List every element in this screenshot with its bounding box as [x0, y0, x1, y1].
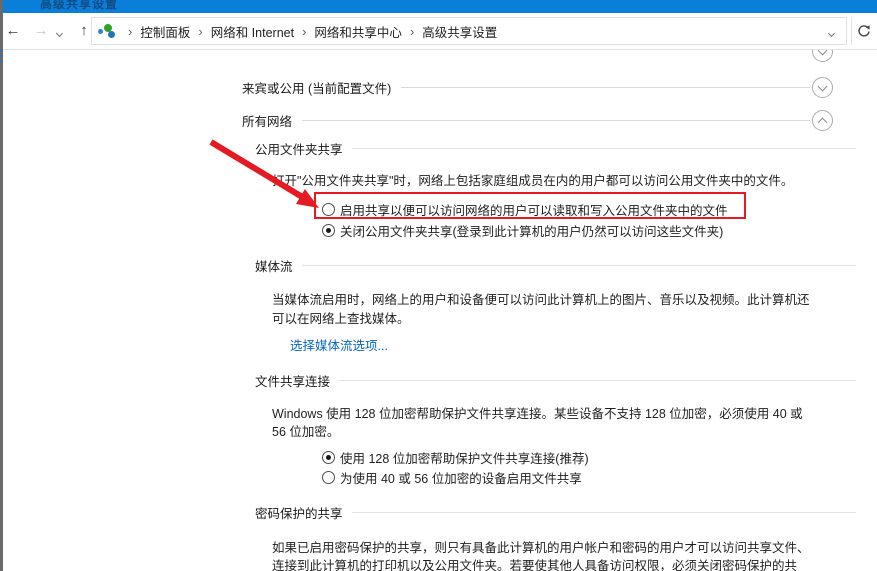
advanced-sharing-settings-window: 高级共享设置 ← → ↑ › 控制面板 › 网络和 Internet › 网络和… [0, 0, 877, 571]
radio-button-selected[interactable] [322, 451, 335, 464]
radio-label[interactable]: 为使用 40 或 56 位加密的设备启用文件共享 [340, 468, 582, 487]
subsection-public-folder-sharing: 公用文件夹共享 [255, 140, 856, 157]
subsection-divider-line [339, 380, 856, 381]
breadcrumb-network-and-internet[interactable]: 网络和 Internet [211, 22, 294, 41]
section-title: 来宾或公用 (当前配置文件) [242, 78, 391, 97]
radio-option-disable-public-folder-sharing[interactable]: 关闭公用文件夹共享(登录到此计算机的用户仍然可以访问这些文件夹) [322, 221, 723, 240]
subsection-title: 媒体流 [255, 256, 293, 275]
background-window-edge [0, 0, 3, 571]
section-guest-or-public: 来宾或公用 (当前配置文件) [242, 77, 833, 98]
breadcrumb-control-panel[interactable]: 控制面板 [140, 22, 190, 41]
radio-label[interactable]: 使用 128 位加密帮助保护文件共享连接(推荐) [340, 448, 589, 467]
settings-content: 来宾或公用 (当前配置文件) 所有网络 公用文件夹共享 打开"公用文件夹共享"时… [0, 50, 877, 571]
navigation-bar: ← → ↑ › 控制面板 › 网络和 Internet › 网络和共享中心 › … [0, 13, 877, 50]
radio-option-128-bit-encryption[interactable]: 使用 128 位加密帮助保护文件共享连接(推荐) [322, 448, 589, 467]
chevron-down-icon [818, 81, 828, 91]
file-sharing-description-line1: Windows 使用 128 位加密帮助保护文件共享连接。某些设备不支持 128… [272, 403, 803, 422]
public-folder-sharing-description: 打开"公用文件夹共享"时，网络上包括家庭组成员在内的用户都可以访问公用文件夹中的… [272, 170, 793, 189]
recent-locations-dropdown[interactable] [57, 25, 71, 39]
refresh-icon [857, 24, 871, 38]
background-window-artifact [0, 50, 3, 52]
radio-option-40-56-bit-encryption[interactable]: 为使用 40 或 56 位加密的设备启用文件共享 [322, 468, 582, 487]
radio-button-unselected[interactable] [322, 203, 335, 216]
collapse-toggle-all-networks[interactable] [812, 110, 833, 131]
radio-option-enable-public-folder-sharing[interactable]: 启用共享以便可以访问网络的用户可以读取和写入公用文件夹中的文件 [322, 200, 728, 219]
password-sharing-description-line1: 如果已启用密码保护的共享，则只有具备此计算机的用户帐户和密码的用户才可以访问共享… [272, 537, 810, 556]
media-streaming-description-line2: 可以在网络上查找媒体。 [272, 308, 410, 327]
section-divider-line [302, 120, 810, 121]
subsection-divider-line [352, 148, 856, 149]
subsection-divider-line [302, 265, 856, 266]
network-icon [98, 23, 116, 39]
breadcrumb-network-sharing-center[interactable]: 网络和共享中心 [314, 22, 402, 41]
password-sharing-description-line2: 连接到此计算机的打印机以及公用文件夹。若要使其他人具备访问权限，必须关闭密码保护… [272, 555, 797, 571]
chevron-down-icon [56, 30, 63, 37]
radio-label[interactable]: 关闭公用文件夹共享(登录到此计算机的用户仍然可以访问这些文件夹) [340, 221, 723, 240]
breadcrumb-separator-icon: › [198, 24, 202, 39]
address-bar[interactable]: › 控制面板 › 网络和 Internet › 网络和共享中心 › 高级共享设置 [91, 17, 847, 45]
subsection-media-streaming: 媒体流 [255, 257, 856, 274]
refresh-button[interactable] [851, 17, 875, 45]
radio-label[interactable]: 启用共享以便可以访问网络的用户可以读取和写入公用文件夹中的文件 [340, 200, 728, 219]
address-dropdown-button[interactable] [822, 23, 840, 39]
choose-media-streaming-options-link[interactable]: 选择媒体流选项... [290, 335, 388, 354]
background-window-artifact [0, 60, 3, 62]
subsection-file-sharing-connections: 文件共享连接 [255, 372, 856, 389]
radio-button-selected[interactable] [322, 224, 335, 237]
subsection-title: 密码保护的共享 [255, 503, 343, 522]
file-sharing-description-line2: 56 位加密。 [272, 421, 339, 440]
window-title-bar[interactable]: 高级共享设置 [0, 0, 877, 13]
breadcrumb-separator-icon: › [128, 24, 132, 39]
back-button[interactable]: ← [2, 20, 24, 42]
chevron-up-icon [818, 117, 828, 127]
section-divider-line [401, 87, 810, 88]
chevron-down-icon [827, 30, 834, 37]
breadcrumb-advanced-sharing-settings[interactable]: 高级共享设置 [422, 22, 497, 41]
expand-toggle-guest-or-public[interactable] [812, 77, 833, 98]
subsection-title: 文件共享连接 [255, 371, 330, 390]
subsection-divider-line [352, 512, 856, 513]
breadcrumb-separator-icon: › [302, 24, 306, 39]
section-all-networks: 所有网络 [242, 110, 833, 131]
radio-button-unselected[interactable] [322, 471, 335, 484]
forward-button[interactable]: → [30, 20, 52, 42]
background-window-artifact [0, 55, 3, 57]
media-streaming-description-line1: 当媒体流启用时，网络上的用户和设备便可以访问此计算机上的图片、音乐以及视频。此计… [272, 289, 810, 308]
subsection-title: 公用文件夹共享 [255, 139, 343, 158]
subsection-password-protected-sharing: 密码保护的共享 [255, 504, 856, 521]
window-title: 高级共享设置 [40, 0, 118, 12]
section-title: 所有网络 [242, 111, 292, 130]
breadcrumb-separator-icon: › [410, 24, 414, 39]
